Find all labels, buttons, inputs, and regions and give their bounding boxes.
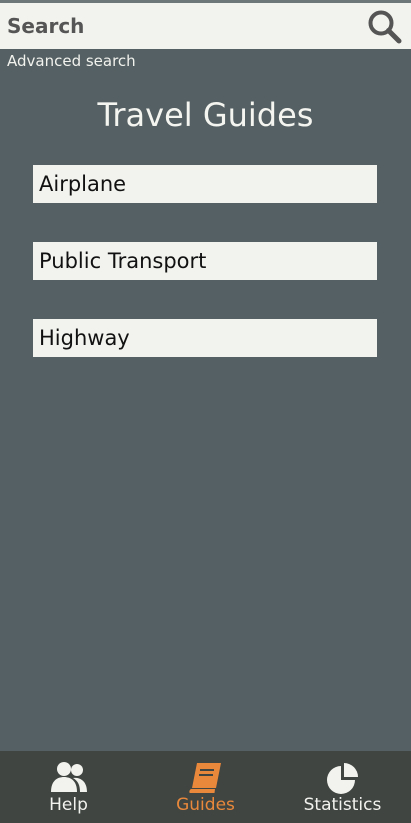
nav-item-statistics[interactable]: Statistics xyxy=(274,751,411,823)
page-title: Travel Guides xyxy=(97,96,314,134)
advanced-search-link[interactable]: Advanced search xyxy=(7,52,136,70)
book-icon xyxy=(188,763,221,793)
nav-label-help: Help xyxy=(49,795,88,815)
pie-chart-icon xyxy=(326,763,358,794)
bottom-nav: Help Guides Statistics xyxy=(0,751,411,823)
nav-label-guides: Guides xyxy=(176,795,235,815)
search-input[interactable] xyxy=(0,3,350,49)
nav-item-guides[interactable]: Guides xyxy=(137,751,274,823)
search-bar xyxy=(0,3,411,49)
nav-item-help[interactable]: Help xyxy=(0,751,137,823)
guide-item-airplane[interactable]: Airplane xyxy=(33,165,377,203)
guide-item-public-transport[interactable]: Public Transport xyxy=(33,242,377,280)
guide-list: Airplane Public Transport Highway xyxy=(33,165,377,396)
search-icon[interactable] xyxy=(367,9,403,45)
nav-label-statistics: Statistics xyxy=(303,795,382,815)
guide-item-highway[interactable]: Highway xyxy=(33,319,377,357)
people-icon xyxy=(50,762,87,792)
